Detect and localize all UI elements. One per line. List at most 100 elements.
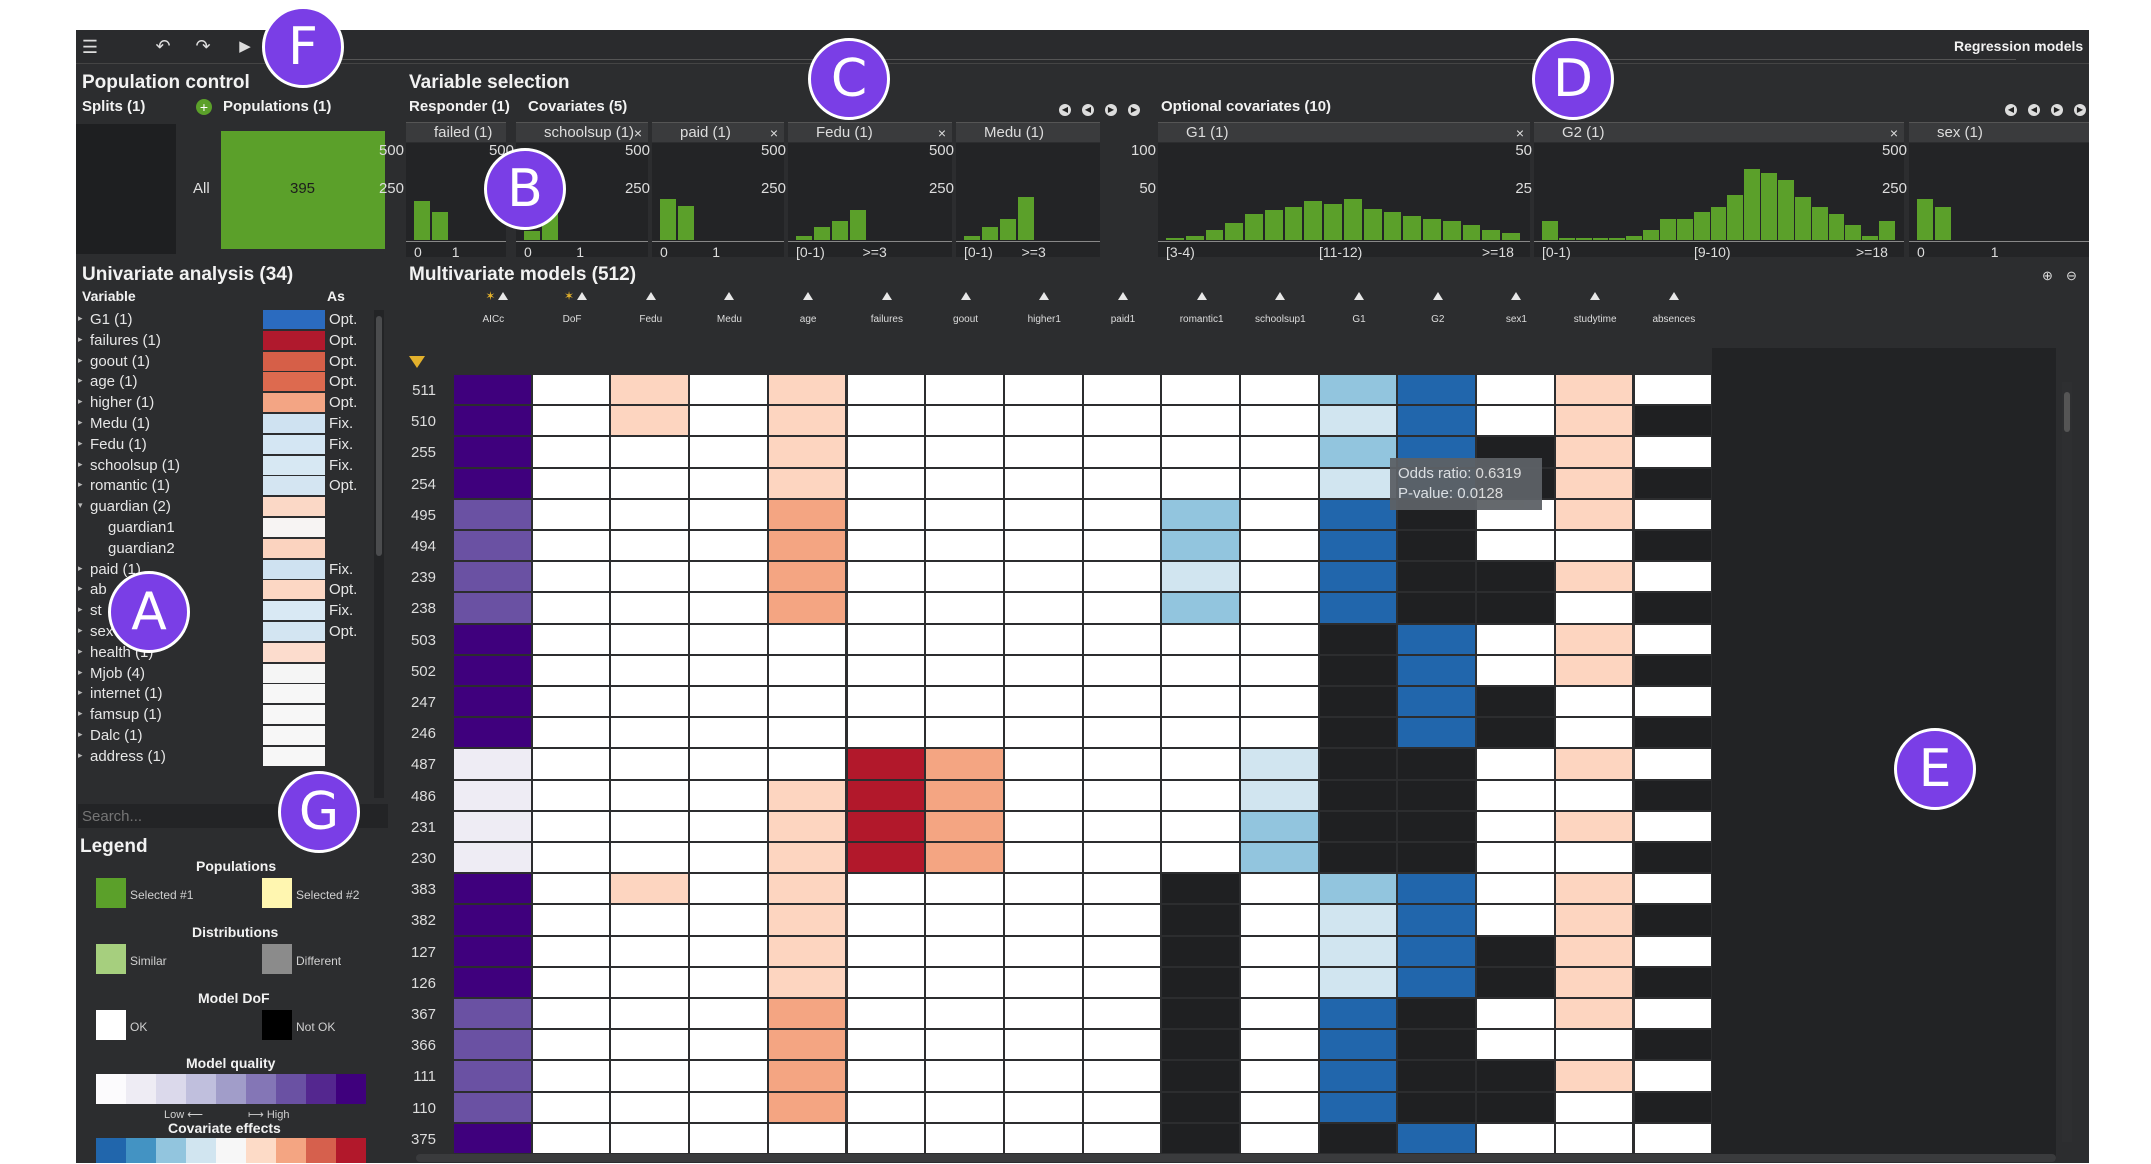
model-cell[interactable] — [1634, 905, 1712, 935]
model-cell[interactable] — [532, 624, 610, 654]
model-cell[interactable] — [532, 1030, 610, 1060]
model-cell[interactable] — [690, 499, 767, 529]
model-id-label[interactable]: 111 — [376, 1068, 436, 1085]
model-cell[interactable] — [1319, 499, 1397, 529]
model-cell[interactable] — [690, 1092, 767, 1122]
model-cell[interactable] — [1398, 687, 1476, 717]
model-cell[interactable] — [532, 843, 610, 873]
model-cell[interactable] — [1398, 843, 1476, 873]
model-cell[interactable] — [926, 843, 1003, 873]
model-cell[interactable] — [454, 531, 531, 561]
model-cell[interactable] — [847, 437, 925, 467]
variable-as[interactable]: Fix. — [329, 602, 353, 619]
column-header[interactable]: G2 — [1398, 314, 1478, 325]
model-cell[interactable] — [532, 936, 610, 966]
variable-row[interactable]: internet (1) ▸ — [78, 684, 400, 704]
model-id-label[interactable]: 383 — [376, 881, 436, 898]
model-cell[interactable] — [926, 780, 1003, 810]
model-cell[interactable] — [690, 811, 767, 841]
column-header[interactable]: AICc — [453, 314, 533, 325]
model-cell[interactable] — [1555, 749, 1633, 779]
optional-next-icon[interactable]: ▶ — [2051, 104, 2063, 116]
column-header[interactable]: Medu — [689, 314, 769, 325]
model-cell[interactable] — [1162, 562, 1239, 592]
model-cell[interactable] — [768, 967, 846, 997]
model-cell[interactable] — [690, 749, 767, 779]
model-cell[interactable] — [847, 531, 925, 561]
variable-as[interactable]: Fix. — [329, 436, 353, 453]
model-cell[interactable] — [532, 468, 610, 498]
model-cell[interactable] — [768, 905, 846, 935]
chart-tab[interactable]: sex (1) — [1909, 122, 2089, 142]
model-cell[interactable] — [532, 718, 610, 748]
model-cell[interactable] — [847, 687, 925, 717]
model-cell[interactable] — [1477, 780, 1554, 810]
model-cell[interactable] — [847, 499, 925, 529]
model-id-label[interactable]: 375 — [376, 1131, 436, 1148]
model-cell[interactable] — [1398, 874, 1476, 904]
model-id-label[interactable]: 494 — [376, 538, 436, 555]
model-cell[interactable] — [1398, 406, 1476, 436]
expand-arrow-icon[interactable]: ▸ — [78, 646, 83, 657]
model-cell[interactable] — [1634, 406, 1712, 436]
model-cell[interactable] — [611, 437, 689, 467]
model-cell[interactable] — [690, 531, 767, 561]
model-cell[interactable] — [1477, 936, 1554, 966]
model-cell[interactable] — [768, 562, 846, 592]
model-cell[interactable] — [1162, 687, 1239, 717]
model-cell[interactable] — [454, 437, 531, 467]
model-cell[interactable] — [1477, 1061, 1554, 1091]
model-cell[interactable] — [1083, 624, 1161, 654]
model-cell[interactable] — [532, 749, 610, 779]
model-cell[interactable] — [454, 843, 531, 873]
model-cell[interactable] — [454, 687, 531, 717]
model-cell[interactable] — [690, 999, 767, 1029]
model-cell[interactable] — [768, 687, 846, 717]
model-id-label[interactable]: 239 — [376, 569, 436, 586]
model-cell[interactable] — [1083, 687, 1161, 717]
chart-tab[interactable]: failed (1) — [406, 122, 506, 142]
column-header[interactable]: sex1 — [1476, 314, 1556, 325]
model-cell[interactable] — [1162, 874, 1239, 904]
model-cell[interactable] — [768, 655, 846, 685]
model-cell[interactable] — [1398, 1123, 1476, 1153]
model-cell[interactable] — [532, 406, 610, 436]
model-cell[interactable] — [926, 655, 1003, 685]
model-cell[interactable] — [1634, 499, 1712, 529]
model-cell[interactable] — [611, 499, 689, 529]
model-cell[interactable] — [1162, 749, 1239, 779]
model-cell[interactable] — [1004, 499, 1082, 529]
model-cell[interactable] — [847, 468, 925, 498]
expand-arrow-icon[interactable]: ▸ — [78, 375, 83, 386]
model-id-label[interactable]: 126 — [376, 975, 436, 992]
model-cell[interactable] — [847, 624, 925, 654]
model-cell[interactable] — [1319, 1123, 1397, 1153]
model-cell[interactable] — [926, 375, 1003, 405]
model-cell[interactable] — [847, 1030, 925, 1060]
model-cell[interactable] — [611, 874, 689, 904]
sort-arrow-icon[interactable] — [577, 292, 588, 300]
model-cell[interactable] — [532, 593, 610, 623]
variable-row[interactable]: Fedu (1) ▸ Fix. — [78, 434, 400, 454]
model-cell[interactable] — [1398, 1092, 1476, 1122]
model-cell[interactable] — [1241, 468, 1318, 498]
model-cell[interactable] — [1241, 687, 1318, 717]
model-cell[interactable] — [1004, 1092, 1082, 1122]
variable-row[interactable]: goout (1) ▸ Opt. — [78, 351, 400, 371]
model-id-label[interactable]: 502 — [376, 663, 436, 680]
model-cell[interactable] — [1477, 531, 1554, 561]
model-cell[interactable] — [768, 624, 846, 654]
model-cell[interactable] — [454, 406, 531, 436]
model-cell[interactable] — [768, 936, 846, 966]
model-cell[interactable] — [1477, 967, 1554, 997]
variable-row[interactable]: famsup (1) ▸ — [78, 705, 400, 725]
model-cell[interactable] — [1477, 749, 1554, 779]
model-cell[interactable] — [532, 874, 610, 904]
model-cell[interactable] — [1004, 905, 1082, 935]
model-cell[interactable] — [1319, 718, 1397, 748]
model-cell[interactable] — [1083, 936, 1161, 966]
model-cell[interactable] — [454, 655, 531, 685]
model-cell[interactable] — [690, 1061, 767, 1091]
model-cell[interactable] — [1241, 562, 1318, 592]
column-header[interactable]: failures — [847, 314, 927, 325]
